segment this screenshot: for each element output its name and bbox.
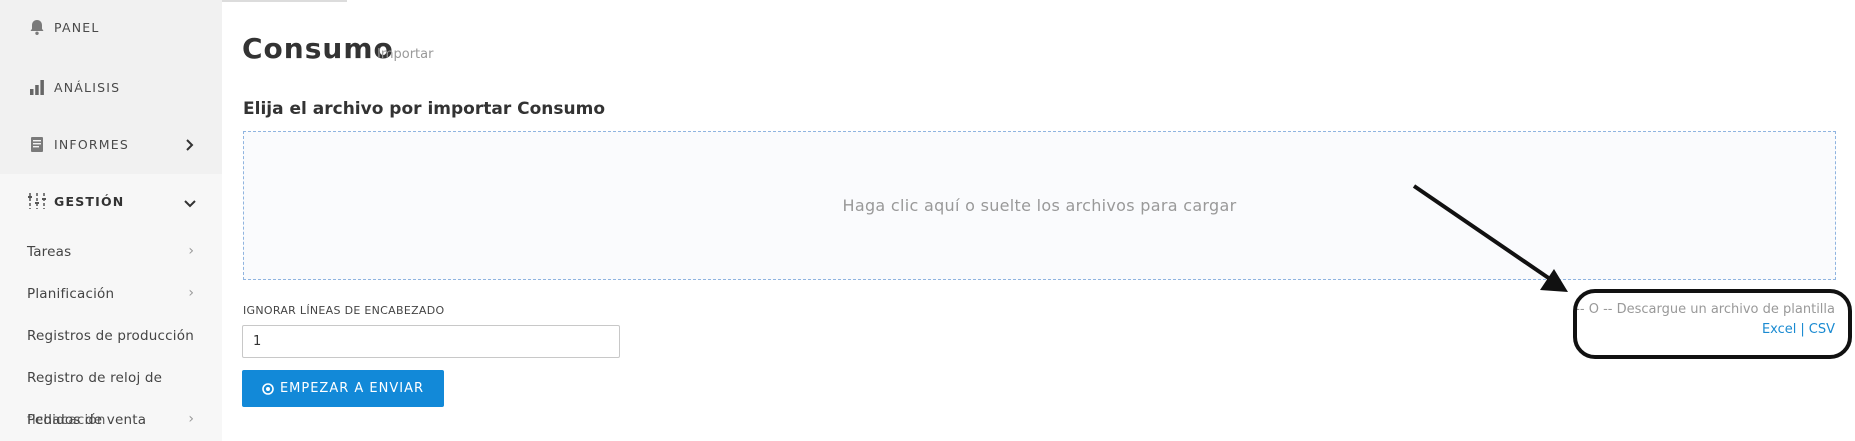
header-lines-label: IGNORAR LÍNEAS DE ENCABEZADO <box>243 304 445 317</box>
annotation-arrow <box>1412 184 1568 292</box>
sidebar-item-label: GESTIÓN <box>54 193 125 209</box>
section-title: Elija el archivo por importar Consumo <box>243 99 605 119</box>
bell-icon <box>26 16 48 38</box>
sidebar-item-analisis[interactable]: ANÁLISIS <box>26 76 120 98</box>
start-upload-button[interactable]: EMPEZAR A ENVIAR <box>242 370 444 407</box>
sidebar-item-label: INFORMES <box>54 136 129 152</box>
active-section-background <box>0 174 222 441</box>
header-lines-input[interactable] <box>242 325 620 358</box>
sidebar-item-panel[interactable]: PANEL <box>26 16 100 38</box>
sliders-icon <box>26 190 48 212</box>
chevron-right-icon: › <box>188 285 194 301</box>
document-icon <box>26 133 48 155</box>
chevron-right-icon: › <box>188 411 194 427</box>
sidebar-item-label: ANÁLISIS <box>54 79 121 95</box>
sidebar-subitem-registros-produccion[interactable]: Registros de producción <box>27 328 194 344</box>
start-upload-label: EMPEZAR A ENVIAR <box>279 381 425 396</box>
chevron-right-icon <box>184 139 196 151</box>
sidebar-subitem-overlap-text: fichacación <box>27 412 106 428</box>
chevron-right-icon: › <box>188 243 194 259</box>
sidebar-item-informes[interactable]: INFORMES <box>26 133 129 155</box>
page-subtitle: Importar <box>377 47 434 62</box>
play-circle-icon <box>262 382 274 395</box>
sidebar-subitem-registro-reloj[interactable]: Registro de reloj de <box>27 370 162 386</box>
sidebar: PANEL ANÁLISIS INFORMES GESTIÓN Tareas ›… <box>0 0 222 441</box>
sidebar-item-gestion[interactable]: GESTIÓN <box>26 190 124 212</box>
page-title: Consumo <box>242 32 394 65</box>
sidebar-subitem-planificacion[interactable]: Planificación <box>27 286 114 302</box>
file-dropzone[interactable]: Haga clic aquí o suelte los archivos par… <box>243 131 1836 280</box>
dropzone-text: Haga clic aquí o suelte los archivos par… <box>842 196 1237 215</box>
bar-chart-icon <box>26 76 48 98</box>
top-divider <box>222 0 347 2</box>
chevron-down-icon <box>184 198 196 210</box>
annotation-callout-box <box>1573 289 1852 359</box>
sidebar-subitem-tareas[interactable]: Tareas <box>27 244 71 260</box>
sidebar-item-label: PANEL <box>54 19 100 35</box>
